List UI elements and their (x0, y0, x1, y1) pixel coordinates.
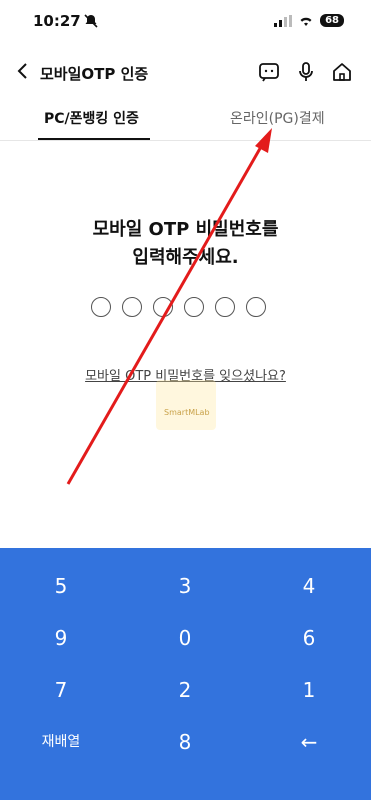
battery-indicator: 68 (320, 14, 344, 27)
active-tab-indicator (38, 138, 150, 140)
chatbot-icon[interactable] (258, 61, 280, 83)
home-icon[interactable] (331, 61, 353, 83)
back-arrow-icon[interactable] (14, 60, 32, 82)
keypad-key[interactable]: 2 (145, 670, 225, 710)
pin-dot (91, 297, 111, 317)
keypad-key[interactable]: 4 (269, 566, 349, 606)
page-title: 모바일OTP 인증 (40, 65, 149, 83)
keypad-key[interactable]: 9 (21, 618, 101, 658)
keypad-key[interactable]: 8 (145, 722, 225, 762)
pin-dot (246, 297, 266, 317)
bell-muted-icon (84, 14, 98, 28)
prompt-line-2: 입력해주세요. (132, 247, 239, 268)
pin-dot (184, 297, 204, 317)
keypad-key[interactable]: 5 (21, 566, 101, 606)
status-time: 10:27 (33, 12, 81, 30)
keypad-key[interactable]: 0 (145, 618, 225, 658)
keypad-key[interactable]: 6 (269, 618, 349, 658)
wifi-icon (300, 17, 312, 26)
prompt-line-1: 모바일 OTP 비밀번호를 (92, 219, 279, 240)
watermark-text: SmartMLab (164, 408, 210, 417)
otp-prompt: 모바일 OTP 비밀번호를 입력해주세요. (0, 216, 371, 272)
keypad-key[interactable]: 7 (21, 670, 101, 710)
tab-pc-phone-banking[interactable]: PC/폰뱅킹 인증 (44, 108, 139, 128)
status-indicators: 68 (274, 14, 344, 27)
keypad-key[interactable]: 1 (269, 670, 349, 710)
backspace-button[interactable]: ← (269, 722, 349, 762)
pin-indicator (91, 297, 266, 317)
tab-online-pg-payment[interactable]: 온라인(PG)결제 (230, 108, 325, 128)
pin-dot (122, 297, 142, 317)
pin-dot (153, 297, 173, 317)
app-header: 모바일OTP 인증 (0, 52, 371, 92)
microphone-icon[interactable] (295, 61, 317, 83)
secure-keypad: 5 3 4 9 0 6 7 2 1 재배열 8 ← (0, 548, 371, 800)
signal-icon (274, 14, 293, 27)
auth-tabs: PC/폰뱅킹 인증 온라인(PG)결제 (0, 102, 371, 141)
watermark: SmartMLab (156, 380, 216, 430)
pin-dot (215, 297, 235, 317)
status-bar: 10:27 68 (0, 0, 371, 44)
keypad-key[interactable]: 3 (145, 566, 225, 606)
rearrange-button[interactable]: 재배열 (21, 722, 101, 762)
